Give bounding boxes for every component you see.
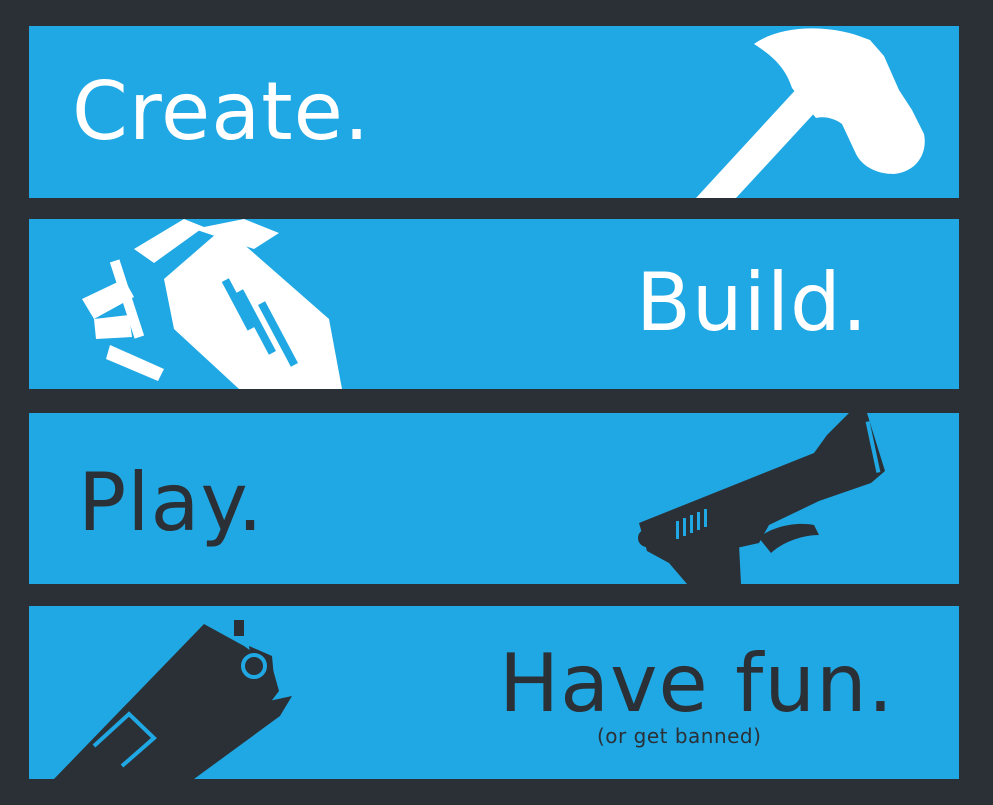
banned-subtext: (or get banned) (597, 724, 762, 748)
physgun-icon (54, 620, 292, 779)
hammer-icon (696, 28, 925, 198)
have-fun-heading: Have fun. (499, 637, 895, 730)
panel-build: Build. (29, 219, 959, 389)
toolgun-icon (82, 219, 342, 389)
panel-create: Create. (29, 26, 959, 198)
build-heading: Build. (636, 256, 869, 349)
create-heading: Create. (72, 65, 371, 158)
panel-have-fun: Have fun. (or get banned) (29, 606, 959, 779)
poster: Create. Build. Play. Have fun. (or get b… (0, 0, 993, 805)
play-heading: Play. (78, 456, 264, 549)
pistol-icon (638, 413, 885, 584)
panel-play: Play. (29, 413, 959, 584)
